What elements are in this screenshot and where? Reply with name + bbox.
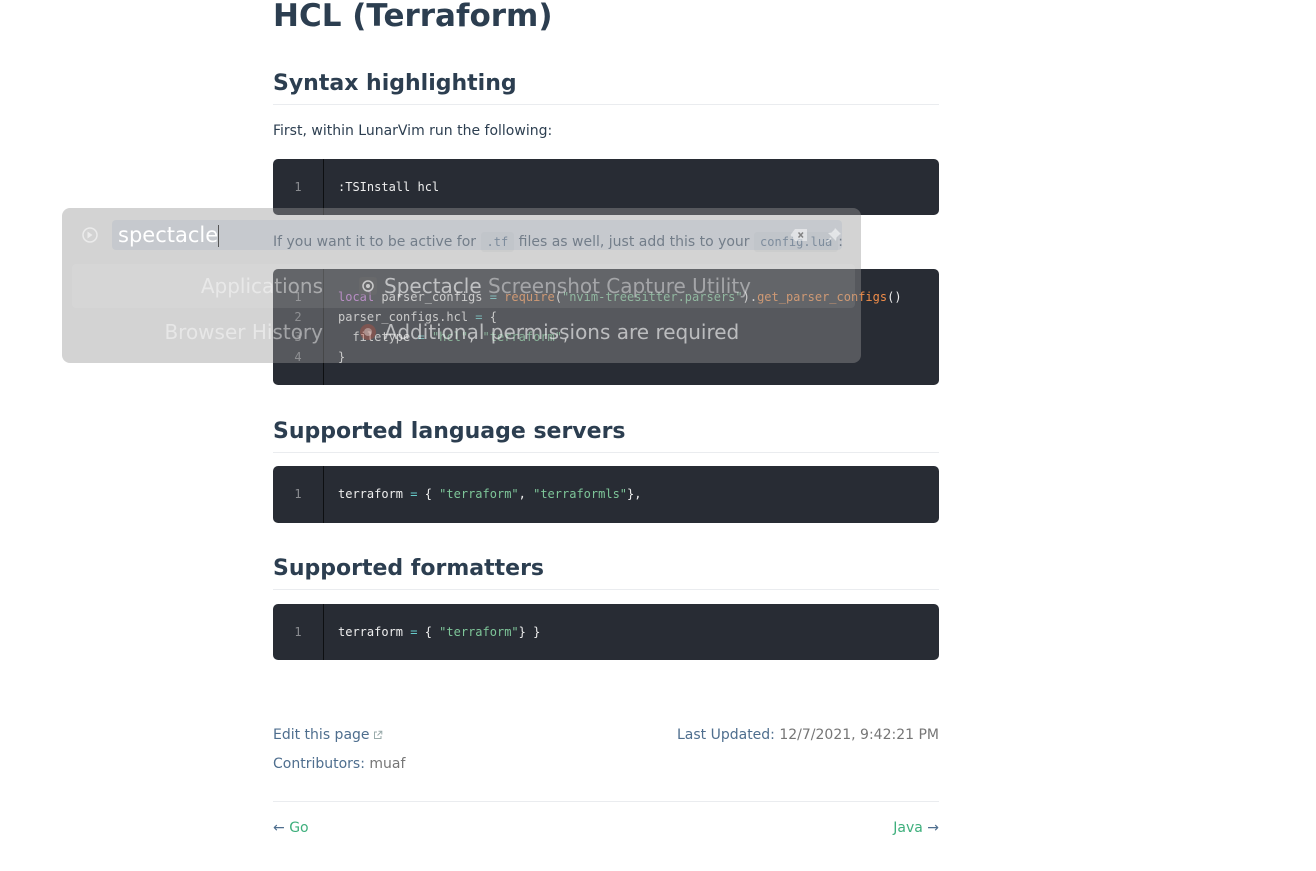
external-link-icon — [373, 730, 382, 739]
code-line: :TSInstall hcl — [338, 180, 440, 194]
line-numbers: 1 — [273, 604, 324, 660]
pin-icon[interactable] — [825, 226, 843, 244]
line-number: 1 — [294, 487, 302, 501]
code-block-tsinstall: 1 :TSInstall hcl — [273, 159, 939, 215]
code-line: terraform = { "terraform"} } — [338, 625, 541, 639]
camera-icon — [359, 277, 377, 295]
line-numbers: 1 — [273, 466, 324, 523]
configure-icon[interactable] — [80, 225, 100, 245]
edit-page-link[interactable]: Edit this page — [273, 727, 383, 743]
heading-syntax-highlighting: Syntax highlighting — [273, 70, 939, 105]
krunner-launcher: spectacle Applications Spectacle Screens… — [62, 208, 861, 363]
text-caret — [218, 225, 220, 247]
krunner-result-browser-history[interactable]: Browser History Additional permissions a… — [72, 310, 855, 354]
page-title: HCL (Terraform) — [273, 0, 553, 34]
intro-text: First, within LunarVim run the following… — [273, 123, 553, 139]
browser-icon — [360, 324, 376, 340]
clear-text-icon[interactable] — [790, 228, 808, 242]
result-title: Spectacle Screenshot Capture Utility — [384, 274, 752, 298]
footer-divider — [273, 801, 939, 802]
line-numbers: 1 — [273, 159, 324, 215]
heading-supported-formatters: Supported formatters — [273, 555, 939, 590]
footer-meta: Edit this page Last Updated: 12/7/2021, … — [273, 727, 939, 743]
code-line: terraform = { "terraform", "terraformls"… — [338, 487, 642, 501]
code-block-formatters: 1 terraform = { "terraform"} } — [273, 604, 939, 660]
line-number: 1 — [294, 180, 302, 194]
krunner-result-spectacle[interactable]: Applications Spectacle Screenshot Captur… — [72, 264, 855, 308]
prev-page-link[interactable]: ← Go — [273, 820, 309, 836]
line-number: 1 — [294, 625, 302, 639]
page-nav: ← Go Java → — [273, 820, 939, 836]
contributors: Contributors: muaf — [273, 756, 406, 772]
code-block-language-servers: 1 terraform = { "terraform", "terraforml… — [273, 466, 939, 523]
heading-supported-language-servers: Supported language servers — [273, 418, 939, 453]
result-title: Additional permissions are required — [384, 320, 740, 344]
result-category: Browser History — [164, 320, 323, 344]
result-category: Applications — [200, 274, 323, 298]
krunner-search-input[interactable]: spectacle — [112, 220, 842, 250]
last-updated: Last Updated: 12/7/2021, 9:42:21 PM — [676, 727, 939, 743]
next-page-link[interactable]: Java → — [893, 820, 939, 836]
